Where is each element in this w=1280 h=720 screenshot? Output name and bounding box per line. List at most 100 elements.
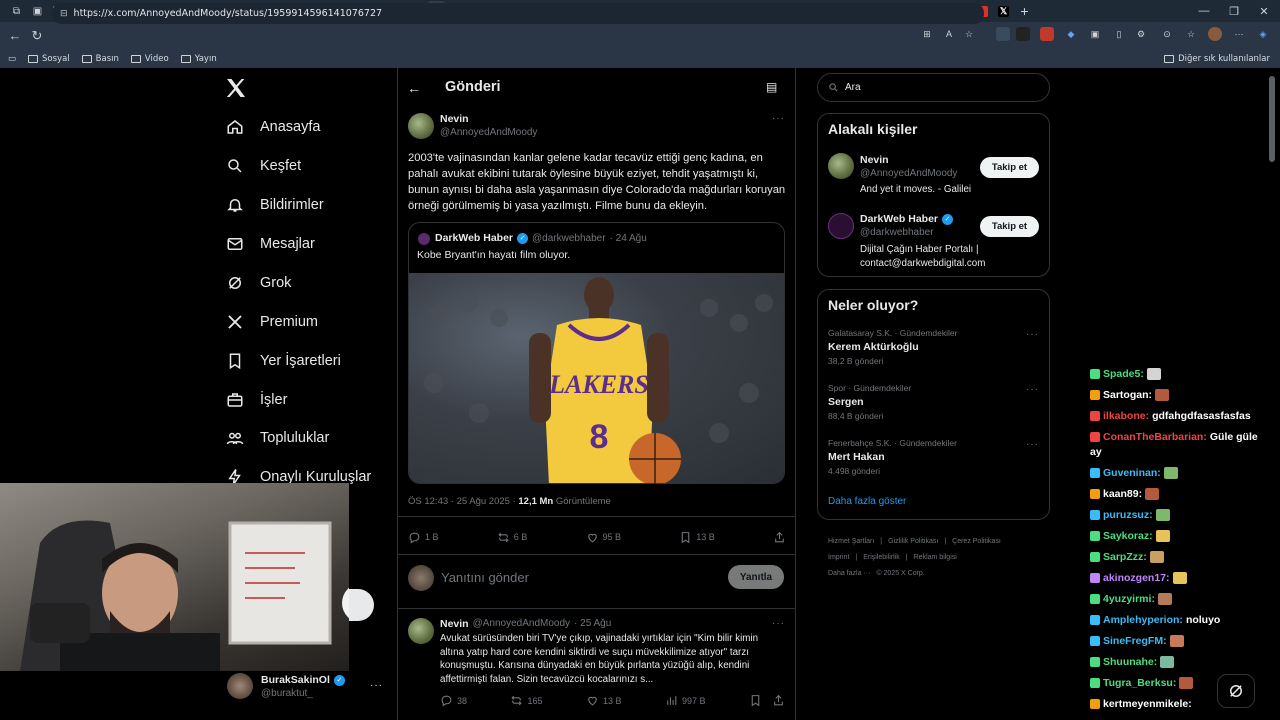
bookmark-folder[interactable]: Basın: [81, 54, 119, 64]
footer-link[interactable]: Gizlilik Politikası: [888, 538, 938, 545]
tweet-time[interactable]: ÖS 12:43 · 25 Ağu 2025 ·: [408, 496, 518, 507]
trend-more-icon[interactable]: ···: [1026, 439, 1039, 450]
favorite-star-icon[interactable]: ☆: [962, 27, 976, 41]
repost-button[interactable]: 6 B: [497, 531, 527, 544]
reload-icon[interactable]: ↻: [26, 25, 48, 47]
new-tab-icon[interactable]: +: [1014, 1, 1035, 21]
reply-input[interactable]: Yanıtını gönder: [441, 570, 529, 585]
account-name-row[interactable]: BurakSakinOl ✓: [261, 674, 345, 686]
bookmark-icon[interactable]: [749, 694, 762, 707]
x-logo-icon[interactable]: [224, 76, 248, 100]
footer-link[interactable]: Reklam bilgisi: [914, 554, 957, 561]
extension-icon[interactable]: ◆: [1064, 27, 1078, 41]
more-options-icon[interactable]: ···: [772, 618, 785, 629]
chat-username[interactable]: SineFregFM:: [1103, 635, 1167, 647]
quote-tweet[interactable]: DarkWeb Haber ✓ @darkwebhaber · 24 Ağu K…: [408, 222, 785, 484]
chat-username[interactable]: Spade5:: [1103, 368, 1144, 380]
sidebar-item-x[interactable]: Premium: [226, 308, 318, 336]
extension-icon[interactable]: [1040, 27, 1054, 41]
like-button[interactable]: 13 B: [586, 694, 622, 707]
more-menu-icon[interactable]: ···: [1232, 27, 1246, 41]
views-button[interactable]: 997 B: [665, 694, 706, 707]
footer-link[interactable]: Daha fazla ···: [828, 570, 870, 577]
person-name[interactable]: Nevin: [860, 154, 889, 166]
person-handle[interactable]: @darkwebhaber: [860, 227, 934, 238]
author-name[interactable]: Nevin: [440, 113, 469, 125]
bookmark-folder[interactable]: Yayın: [180, 54, 217, 64]
minimize-icon[interactable]: —: [1188, 0, 1220, 22]
chat-username[interactable]: Saykoraz:: [1103, 530, 1153, 542]
like-button[interactable]: 95 B: [586, 531, 621, 544]
grok-button[interactable]: [1217, 674, 1255, 708]
show-more-link[interactable]: Daha fazla göster: [828, 496, 906, 507]
restore-icon[interactable]: ❐: [1218, 0, 1250, 22]
chat-username[interactable]: 4yuzyirmi:: [1103, 593, 1155, 605]
tab-actions-icon[interactable]: ⧉: [6, 1, 27, 21]
copilot-icon[interactable]: ◈: [1256, 27, 1270, 41]
extension-icon[interactable]: ▯: [1112, 27, 1126, 41]
reply-date[interactable]: · 25 Ağu: [574, 618, 611, 630]
sidebar-item-briefcase[interactable]: İşler: [226, 386, 287, 414]
account-menu-icon[interactable]: ···: [370, 680, 383, 691]
chat-username[interactable]: akinozgen17:: [1103, 572, 1170, 584]
footer-link[interactable]: Imprint: [828, 554, 849, 561]
sidebar-item-home[interactable]: Anasayfa: [226, 113, 320, 141]
reply-button[interactable]: 38: [440, 694, 467, 707]
reading-list-icon[interactable]: ▭: [8, 54, 16, 64]
avatar[interactable]: [227, 673, 253, 699]
follow-button[interactable]: Takip et: [980, 216, 1039, 237]
person-name[interactable]: DarkWeb Haber: [860, 213, 938, 225]
chat-username[interactable]: Shuunahe:: [1103, 656, 1157, 668]
footer-link[interactable]: Erişilebilirlik: [863, 554, 900, 561]
chat-username[interactable]: Sartogan:: [1103, 389, 1152, 401]
workspaces-icon[interactable]: ▣: [27, 1, 48, 21]
favorites-icon[interactable]: ☆: [1184, 27, 1198, 41]
reply-author-handle[interactable]: @AnnoyedAndMoody: [473, 618, 570, 630]
scrollbar[interactable]: [1268, 70, 1276, 718]
footer-link[interactable]: Hizmet Şartları: [828, 538, 874, 545]
reply-author-name[interactable]: Nevin: [440, 618, 469, 630]
other-favorites[interactable]: Diğer sık kullanılanlar: [1164, 54, 1270, 64]
sidebar-item-people[interactable]: Topluluklar: [226, 424, 329, 452]
chat-username[interactable]: Amplehyperion:: [1103, 614, 1183, 626]
share-icon[interactable]: [772, 694, 785, 707]
more-options-icon[interactable]: ···: [772, 113, 785, 124]
bookmark-folder[interactable]: Sosyal: [28, 54, 70, 64]
post-button-partial[interactable]: [349, 589, 374, 621]
person-handle[interactable]: @AnnoyedAndMoody: [860, 168, 957, 179]
trend-name[interactable]: Sergen: [828, 396, 864, 408]
sidebar-item-grok[interactable]: Grok: [226, 269, 291, 297]
apps-icon[interactable]: ⊞: [920, 27, 934, 41]
chat-username[interactable]: puruzsuz:: [1103, 509, 1153, 521]
chat-username[interactable]: SarpZzz:: [1103, 551, 1147, 563]
trend-more-icon[interactable]: ···: [1026, 329, 1039, 340]
trend-name[interactable]: Kerem Aktürkoğlu: [828, 341, 919, 353]
chat-username[interactable]: kaan89:: [1103, 488, 1142, 500]
avatar[interactable]: [408, 618, 434, 644]
avatar[interactable]: [828, 213, 854, 239]
bookmark-folder[interactable]: Video: [130, 54, 169, 64]
trend-more-icon[interactable]: ···: [1026, 384, 1039, 395]
back-icon[interactable]: ←: [4, 25, 26, 47]
sidebar-item-bookmark[interactable]: Yer İşaretleri: [226, 347, 341, 375]
x-tab-icon[interactable]: 𝕏: [993, 1, 1014, 21]
bookmark-button[interactable]: 13 B: [679, 531, 715, 544]
reader-mode-icon[interactable]: ▤: [766, 80, 777, 94]
repost-button[interactable]: 165: [510, 694, 543, 707]
sidebar-item-bell[interactable]: Bildirimler: [226, 191, 324, 219]
sidebar-item-mail[interactable]: Mesajlar: [226, 230, 315, 258]
search-input[interactable]: Ara: [817, 73, 1050, 102]
url-input[interactable]: ⊟ https://x.com/AnnoyedAndMoody/status/1…: [52, 3, 984, 24]
trend-name[interactable]: Mert Hakan: [828, 451, 885, 463]
follow-button[interactable]: Takip et: [980, 157, 1039, 178]
author-handle[interactable]: @AnnoyedAndMoody: [440, 127, 537, 138]
chat-username[interactable]: Tugra_Berksu:: [1103, 677, 1176, 689]
split-screen-icon[interactable]: ⊙: [1160, 27, 1174, 41]
sidebar-item-search[interactable]: Keşfet: [226, 152, 301, 180]
extensions-icon[interactable]: ⚙: [1134, 27, 1148, 41]
close-icon[interactable]: ✕: [1248, 0, 1280, 22]
chat-username[interactable]: ilkabone:: [1103, 410, 1149, 422]
profile-avatar[interactable]: [1208, 27, 1222, 41]
read-aloud-icon[interactable]: A: [942, 27, 956, 41]
extension-icon[interactable]: [996, 27, 1010, 41]
